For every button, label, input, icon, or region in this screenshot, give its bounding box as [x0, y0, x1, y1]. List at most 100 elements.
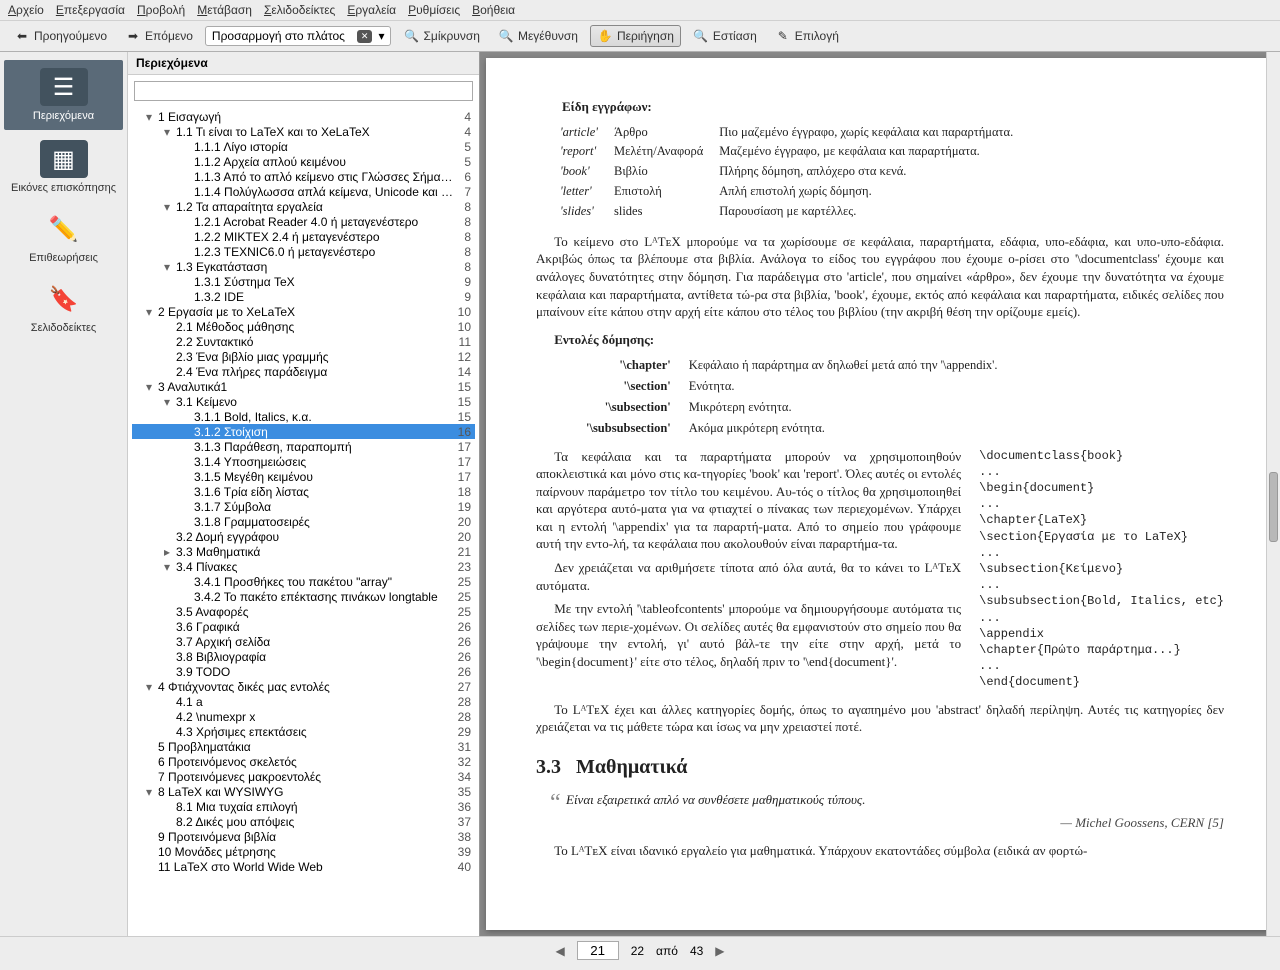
- toc-entry[interactable]: 4.3 Χρήσιμες επεκτάσεις29: [132, 724, 475, 739]
- toc-entry[interactable]: 3.4.2 Το πακέτο επέκτασης πινάκων longta…: [132, 589, 475, 604]
- toc-entry[interactable]: 3.1.4 Υποσημειώσεις17: [132, 454, 475, 469]
- toc-entry[interactable]: ▾3.4 Πίνακες23: [132, 559, 475, 574]
- toc-entry[interactable]: 3.1.3 Παράθεση, παραπομπή17: [132, 439, 475, 454]
- zoom-out-label: Σμίκρυνση: [423, 29, 479, 43]
- toc-entry[interactable]: 3.9 TODO26: [132, 664, 475, 679]
- toc-list[interactable]: ▾1 Εισαγωγή4▾1.1 Τι είναι το LaTeX και τ…: [128, 107, 479, 936]
- toc-entry[interactable]: 8.2 Δικές μου απόψεις37: [132, 814, 475, 829]
- types-heading: Είδη εγγράφων:: [536, 98, 1224, 116]
- document-page: Είδη εγγράφων: 'article'ΆρθροΠιο μαζεμέν…: [486, 58, 1274, 930]
- menu-item[interactable]: Βοήθεια: [472, 3, 515, 17]
- toc-entry[interactable]: 2.4 Ένα πλήρες παράδειγμα14: [132, 364, 475, 379]
- menu-item[interactable]: Προβολή: [137, 3, 185, 17]
- toc-entry[interactable]: 3.1.6 Τρία είδη λίστας18: [132, 484, 475, 499]
- sidebar-item-contents[interactable]: ☰ Περιεχόμενα: [4, 60, 123, 130]
- toc-entry[interactable]: 1.3.2 IDE9: [132, 289, 475, 304]
- sidebar-label: Σελιδοδείκτες: [31, 322, 96, 334]
- toc-entry[interactable]: 6 Προτεινόμενος σκελετός32: [132, 754, 475, 769]
- paragraph: Το LᴬTᴇX έχει και άλλες κατηγορίες δομής…: [536, 701, 1224, 736]
- clear-icon[interactable]: ✕: [357, 30, 373, 43]
- toc-entry[interactable]: 1.2.2 MIKTEX 2.4 ή μεταγενέστερο8: [132, 229, 475, 244]
- toc-entry[interactable]: ▾3.1 Κείμενο15: [132, 394, 475, 409]
- toc-entry[interactable]: ▾8 LaTeX και WYSIWYG35: [132, 784, 475, 799]
- toc-entry[interactable]: 3.1.2 Στοίχιση16: [132, 424, 475, 439]
- table-row: '\subsubsection'Ακόμα μικρότερη ενότητα.: [578, 419, 1006, 438]
- sidebar-item-bookmarks[interactable]: 🔖 Σελιδοδείκτες: [0, 272, 127, 342]
- toc-entry[interactable]: ▸3.3 Μαθηματικά21: [132, 544, 475, 559]
- fitmode-dropdown[interactable]: Προσαρμογή στο πλάτος ✕ ▾: [205, 26, 392, 46]
- toc-entry[interactable]: 4.1 a28: [132, 694, 475, 709]
- magnifier-icon: 🔍: [693, 28, 709, 44]
- page-next-nav[interactable]: ▶: [715, 944, 724, 958]
- pencil-icon: ✏️: [40, 210, 88, 248]
- table-row: 'slides'slidesΠαρουσίαση με καρτέλλες.: [560, 203, 1027, 221]
- toc-entry[interactable]: 3.8 Βιβλιογραφία26: [132, 649, 475, 664]
- toc-entry[interactable]: 9 Προτεινόμενα βιβλία38: [132, 829, 475, 844]
- table-row: 'article'ΆρθροΠιο μαζεμένο έγγραφο, χωρί…: [560, 124, 1027, 142]
- toc-entry[interactable]: 11 LaTeX στο World Wide Web40: [132, 859, 475, 874]
- toc-entry[interactable]: 1.1.2 Αρχεία απλού κειμένου5: [132, 154, 475, 169]
- toc-entry[interactable]: 10 Μονάδες μέτρησης39: [132, 844, 475, 859]
- toc-entry[interactable]: 7 Προτεινόμενες μακροεντολές34: [132, 769, 475, 784]
- toc-entry[interactable]: 3.1.8 Γραμματοσειρές20: [132, 514, 475, 529]
- toc-entry[interactable]: 1.3.1 Σύστημα TeX9: [132, 274, 475, 289]
- table-row: 'book'ΒιβλίοΠλήρης δόμηση, απλόχερο στα …: [560, 163, 1027, 181]
- toc-entry[interactable]: ▾1.2 Τα απαραίτητα εργαλεία8: [132, 199, 475, 214]
- menu-item[interactable]: Σελιδοδείκτες: [264, 3, 335, 17]
- menu-item[interactable]: Μετάβαση: [197, 3, 252, 17]
- toc-entry[interactable]: 3.4.1 Προσθήκες του πακέτου "array"25: [132, 574, 475, 589]
- toc-entry[interactable]: 2.2 Συντακτικό11: [132, 334, 475, 349]
- arrow-right-icon: ➡: [125, 28, 141, 44]
- paragraph: Το κείμενο στο LᴬTᴇX μπορούμε να τα χωρί…: [536, 233, 1224, 321]
- toc-entry[interactable]: 1.2.1 Acrobat Reader 4.0 ή μεταγενέστερο…: [132, 214, 475, 229]
- page-prev-nav[interactable]: ◀: [555, 944, 564, 958]
- focus-tool-button[interactable]: 🔍 Εστίαση: [687, 25, 763, 47]
- scrollbar-thumb[interactable]: [1269, 472, 1278, 542]
- prev-button[interactable]: ⬅ Προηγούμενο: [8, 25, 113, 47]
- toc-entry[interactable]: 3.1.7 Σύμβολα19: [132, 499, 475, 514]
- toc-entry[interactable]: ▾1.3 Εγκατάσταση8: [132, 259, 475, 274]
- toc-entry[interactable]: 2.3 Ένα βιβλίο μιας γραμμής12: [132, 349, 475, 364]
- toc-entry[interactable]: 2.1 Μέθοδος μάθησης10: [132, 319, 475, 334]
- toc-title: Περιεχόμενα: [128, 52, 479, 75]
- chevron-down-icon: ▾: [378, 29, 384, 43]
- toc-entry[interactable]: 5 Προβληματάκια31: [132, 739, 475, 754]
- toc-entry[interactable]: ▾2 Εργασία με το XeLaTeX10: [132, 304, 475, 319]
- toc-entry[interactable]: 1.1.1 Λίγο ιστορία5: [132, 139, 475, 154]
- toc-entry[interactable]: 3.1.5 Μεγέθη κειμένου17: [132, 469, 475, 484]
- toc-search-input[interactable]: [134, 81, 473, 101]
- vertical-scrollbar[interactable]: [1266, 52, 1280, 936]
- page-number-input[interactable]: [577, 941, 619, 960]
- menu-item[interactable]: Αρχείο: [8, 3, 44, 17]
- sidebar-item-reviews[interactable]: ✏️ Επιθεωρήσεις: [0, 202, 127, 272]
- toc-entry[interactable]: 3.1.1 Bold, Italics, κ.α.15: [132, 409, 475, 424]
- page-total: 43: [690, 944, 703, 958]
- toc-entry[interactable]: ▾3 Αναλυτικά115: [132, 379, 475, 394]
- toc-entry[interactable]: ▾1.1 Τι είναι το LaTeX και το XeLaTeX4: [132, 124, 475, 139]
- browse-tool-button[interactable]: ✋ Περιήγηση: [590, 25, 681, 47]
- menu-item[interactable]: Ρυθμίσεις: [408, 3, 460, 17]
- toc-entry[interactable]: 8.1 Μια τυχαία επιλογή36: [132, 799, 475, 814]
- sidebar-item-thumbnails[interactable]: ▦ Εικόνες επισκόπησης: [0, 132, 127, 202]
- toc-entry[interactable]: ▾1 Εισαγωγή4: [132, 109, 475, 124]
- toc-entry[interactable]: ▾4 Φτιάχνοντας δικές μας εντολές27: [132, 679, 475, 694]
- sidebar-label: Εικόνες επισκόπησης: [11, 182, 116, 194]
- toc-entry[interactable]: 3.2 Δομή εγγράφου20: [132, 529, 475, 544]
- toc-entry[interactable]: 3.5 Αναφορές25: [132, 604, 475, 619]
- code-column-right: \documentclass{book} ... \begin{document…: [979, 448, 1224, 691]
- next-label: Επόμενο: [145, 29, 193, 43]
- toc-entry[interactable]: 1.2.3 TEXNIC6.0 ή μεταγενέστερο8: [132, 244, 475, 259]
- document-viewport[interactable]: Είδη εγγράφων: 'article'ΆρθροΠιο μαζεμέν…: [480, 52, 1280, 936]
- menu-item[interactable]: Εργαλεία: [347, 3, 396, 17]
- toc-entry[interactable]: 1.1.4 Πολύγλωσσα απλά κείμενα, Unicode κ…: [132, 184, 475, 199]
- toc-entry[interactable]: 4.2 \numexpr x28: [132, 709, 475, 724]
- zoom-out-icon: 🔍: [403, 28, 419, 44]
- zoom-out-button[interactable]: 🔍 Σμίκρυνση: [397, 25, 485, 47]
- toc-entry[interactable]: 1.1.3 Από το απλό κείμενο στις Γλώσσες Σ…: [132, 169, 475, 184]
- zoom-in-button[interactable]: 🔍 Μεγέθυνση: [492, 25, 584, 47]
- toc-entry[interactable]: 3.6 Γραφικά26: [132, 619, 475, 634]
- menu-item[interactable]: Επεξεργασία: [56, 3, 125, 17]
- next-button[interactable]: ➡ Επόμενο: [119, 25, 199, 47]
- toc-entry[interactable]: 3.7 Αρχική σελίδα26: [132, 634, 475, 649]
- selection-tool-button[interactable]: ✎ Επιλογή: [769, 25, 845, 47]
